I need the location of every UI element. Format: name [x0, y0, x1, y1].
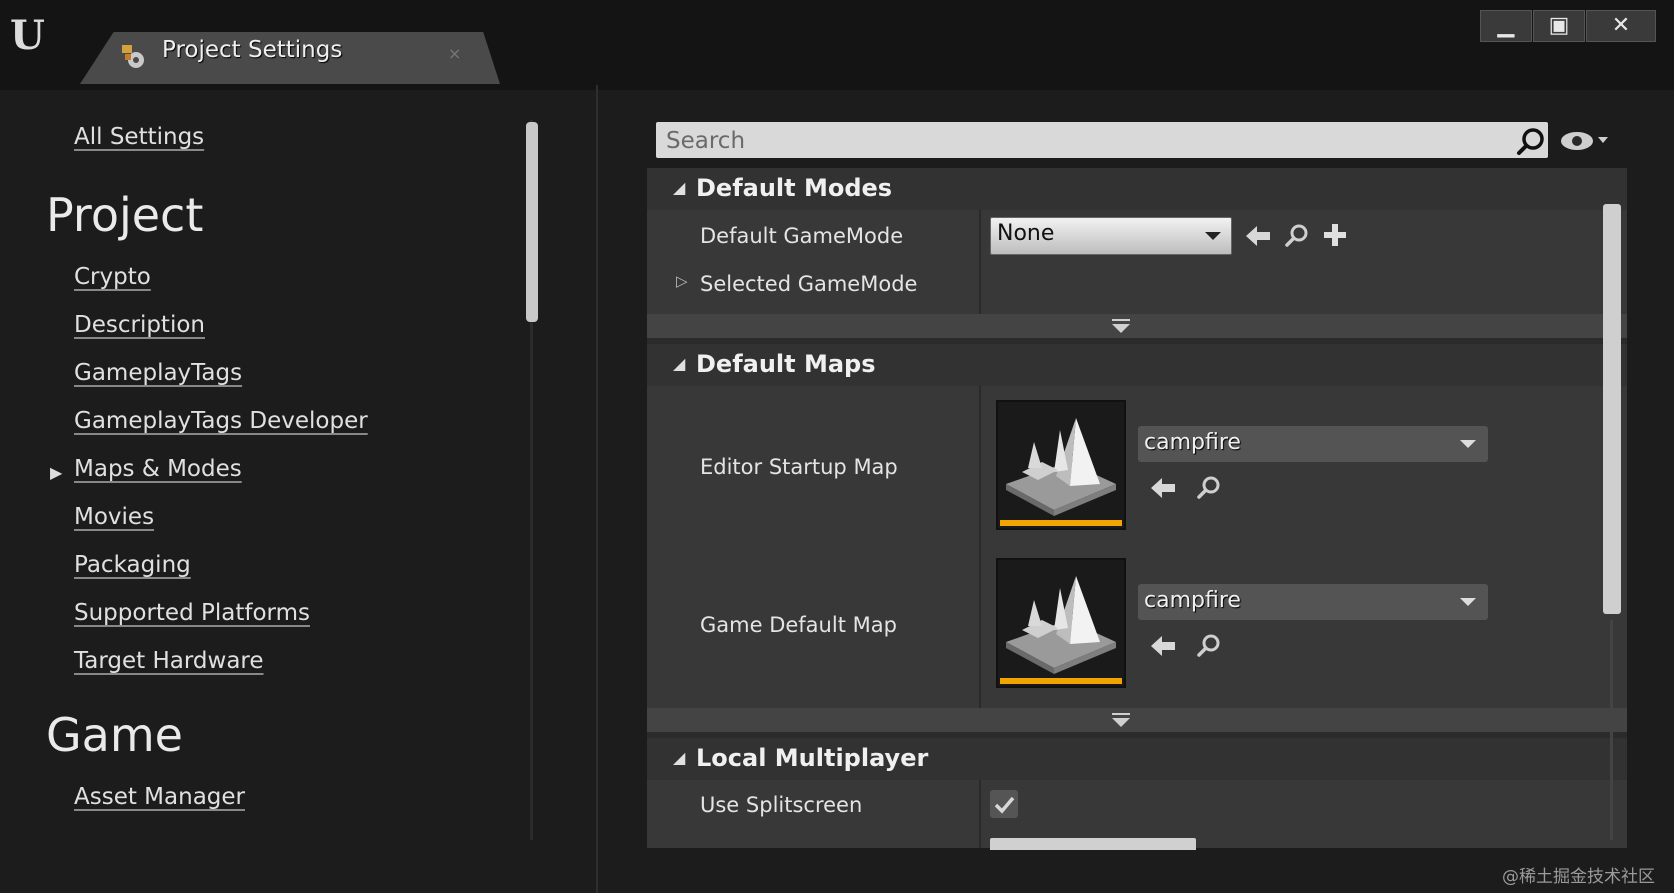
selected-arrow-icon: ▶	[50, 463, 63, 482]
property-selected-gamemode: Selected GameMode	[700, 272, 918, 296]
default-gamemode-dropdown[interactable]: None	[990, 217, 1232, 255]
category-local-multiplayer[interactable]: ◢ Local Multiplayer	[647, 738, 1627, 780]
tab-close-icon[interactable]: ×	[448, 44, 461, 63]
use-selected-arrow-icon[interactable]	[1149, 632, 1177, 660]
map-thumbnail[interactable]	[996, 558, 1126, 688]
column-splitter[interactable]	[979, 386, 981, 708]
sidebar-item-all-settings[interactable]: All Settings	[74, 124, 204, 150]
sidebar-item-description[interactable]: Description	[74, 312, 205, 338]
asset-type-bar	[1000, 520, 1122, 526]
dropdown-value: None	[997, 221, 1055, 246]
collapse-triangle-icon: ◢	[673, 748, 686, 767]
close-button[interactable]: ✕	[1586, 10, 1656, 42]
map-asset-icon	[1006, 576, 1116, 674]
property-game-default-map: Game Default Map	[700, 613, 897, 637]
asset-type-bar	[1000, 678, 1122, 684]
expand-triangle-icon[interactable]: ▷	[676, 272, 688, 290]
browse-search-icon[interactable]	[1196, 632, 1222, 658]
property-editor-startup-map: Editor Startup Map	[700, 455, 898, 479]
category-title: Local Multiplayer	[696, 744, 929, 772]
sidebar-item-maps-modes[interactable]: Maps & Modes	[74, 456, 242, 482]
view-options-eye-icon[interactable]	[1560, 128, 1610, 154]
chevron-down-icon	[1112, 319, 1130, 333]
sidebar-item-movies[interactable]: Movies	[74, 504, 154, 530]
minimize-button[interactable]: ▁	[1480, 10, 1532, 42]
advanced-expander[interactable]	[647, 708, 1627, 732]
advanced-expander[interactable]	[647, 314, 1627, 338]
property-default-gamemode: Default GameMode	[700, 224, 904, 248]
sidebar-item-packaging[interactable]: Packaging	[74, 552, 191, 578]
panel-splitter[interactable]	[596, 85, 598, 893]
editor-startup-map-dropdown[interactable]: campfire	[1138, 426, 1488, 462]
maximize-button[interactable]: ▣	[1533, 10, 1585, 42]
category-title: Default Maps	[696, 350, 876, 378]
chevron-down-icon	[1460, 598, 1476, 606]
use-splitscreen-checkbox[interactable]	[990, 790, 1018, 818]
details-scrollbar[interactable]	[1603, 204, 1621, 614]
browse-search-icon[interactable]	[1284, 222, 1310, 248]
chevron-down-icon	[1205, 232, 1221, 240]
sidebar-item-supported-platforms[interactable]: Supported Platforms	[74, 600, 310, 626]
next-property-field[interactable]	[990, 838, 1196, 850]
add-new-plus-icon[interactable]	[1322, 222, 1348, 248]
column-splitter[interactable]	[979, 780, 981, 848]
sidebar-item-gameplaytags[interactable]: GameplayTags	[74, 360, 242, 386]
chevron-down-icon	[1460, 440, 1476, 448]
checkmark-icon	[994, 796, 1015, 814]
sidebar-item-gameplaytags-developer[interactable]: GameplayTags Developer	[74, 408, 368, 434]
sidebar-heading-project: Project	[46, 188, 204, 242]
browse-search-icon[interactable]	[1196, 474, 1222, 500]
category-default-modes[interactable]: ◢ Default Modes	[647, 168, 1627, 210]
search-icon[interactable]	[1516, 126, 1546, 156]
tab-title: Project Settings	[162, 37, 343, 63]
category-default-maps[interactable]: ◢ Default Maps	[647, 344, 1627, 386]
sidebar-item-target-hardware[interactable]: Target Hardware	[74, 648, 264, 674]
settings-gear-icon	[122, 45, 144, 68]
collapse-triangle-icon: ◢	[673, 354, 686, 373]
sidebar-scrollbar[interactable]	[526, 122, 538, 322]
column-splitter[interactable]	[979, 210, 981, 314]
sidebar-heading-game: Game	[46, 708, 183, 762]
search-bar	[656, 122, 1548, 160]
sidebar-item-crypto[interactable]: Crypto	[74, 264, 151, 290]
use-selected-arrow-icon[interactable]	[1149, 474, 1177, 502]
search-input[interactable]	[664, 122, 1468, 160]
unreal-logo-icon: U	[10, 12, 45, 59]
dropdown-value: campfire	[1144, 588, 1241, 613]
category-title: Default Modes	[696, 174, 893, 202]
watermark: @稀土掘金技术社区	[1502, 867, 1655, 887]
dropdown-value: campfire	[1144, 430, 1241, 455]
details-scroll-track	[1610, 620, 1613, 840]
collapse-triangle-icon: ◢	[673, 178, 686, 197]
sidebar-item-asset-manager[interactable]: Asset Manager	[74, 784, 245, 810]
property-use-splitscreen: Use Splitscreen	[700, 793, 863, 817]
chevron-down-icon	[1112, 713, 1130, 727]
map-thumbnail[interactable]	[996, 400, 1126, 530]
game-default-map-dropdown[interactable]: campfire	[1138, 584, 1488, 620]
map-asset-icon	[1006, 418, 1116, 516]
use-selected-arrow-icon[interactable]	[1244, 222, 1272, 250]
